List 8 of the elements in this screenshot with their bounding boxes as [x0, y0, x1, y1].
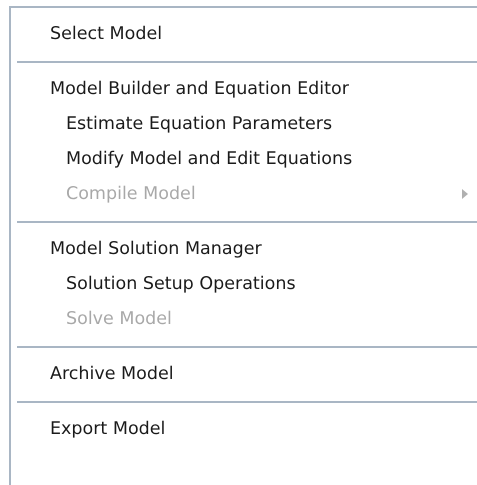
menu-item[interactable]: Model Builder and Equation Editor: [11, 71, 477, 106]
menu-item[interactable]: Model Solution Manager: [11, 231, 477, 266]
menu-item[interactable]: Archive Model: [11, 356, 477, 391]
menu-item[interactable]: Export Model: [11, 411, 477, 446]
menu-item[interactable]: Select Model: [11, 16, 477, 51]
menu-item[interactable]: Estimate Equation Parameters: [11, 106, 477, 141]
menu-item[interactable]: Solution Setup Operations: [11, 266, 477, 301]
menu-item[interactable]: Modify Model and Edit Equations: [11, 141, 477, 176]
